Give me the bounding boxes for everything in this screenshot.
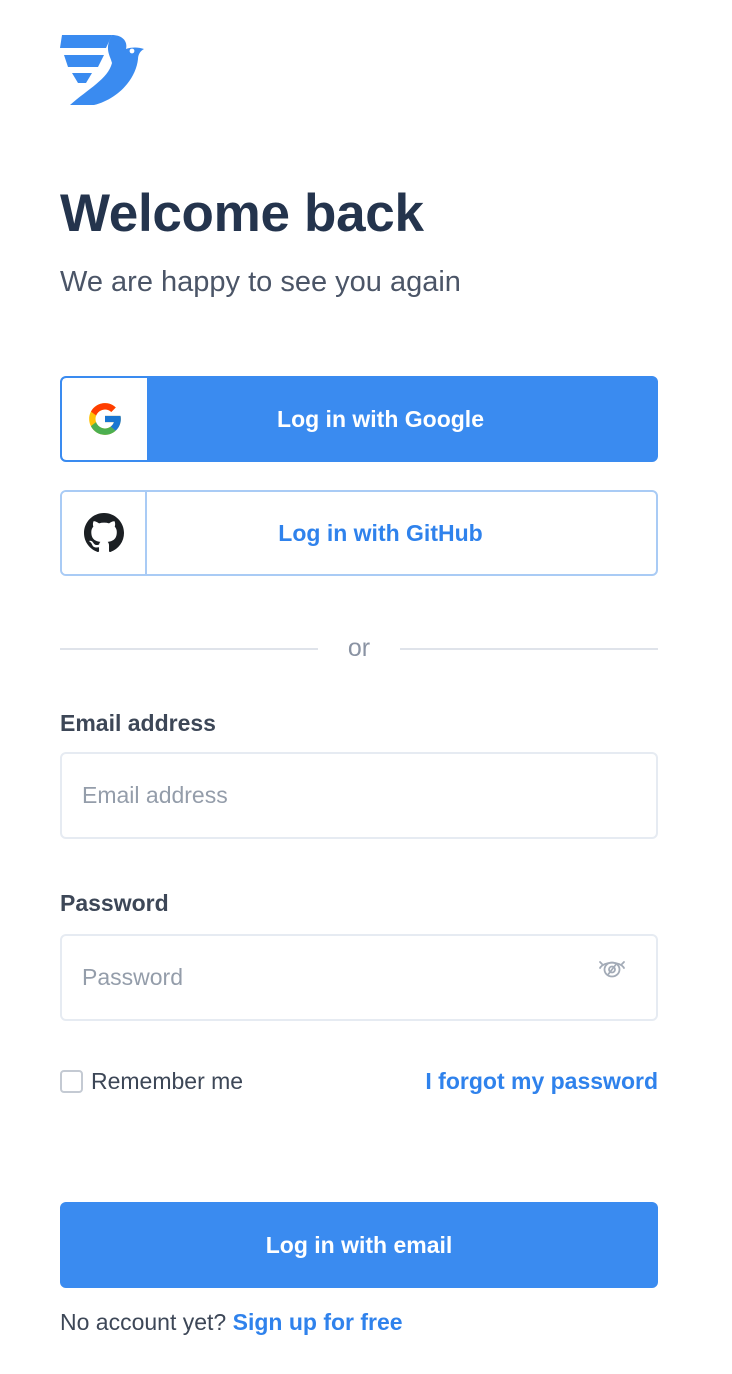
bird-logo-icon xyxy=(60,35,144,105)
divider-line-right xyxy=(400,648,658,650)
forgot-password-link[interactable]: I forgot my password xyxy=(425,1068,658,1095)
email-field[interactable] xyxy=(60,752,658,839)
email-label: Email address xyxy=(60,710,216,736)
github-icon-box xyxy=(62,492,147,574)
google-login-button[interactable]: Log in with Google xyxy=(60,376,658,462)
remember-me-checkbox[interactable] xyxy=(60,1070,83,1093)
google-login-label: Log in with Google xyxy=(277,405,484,432)
remember-me-label: Remember me xyxy=(91,1068,244,1094)
google-icon-box xyxy=(62,378,147,460)
page-title: Welcome back xyxy=(60,184,424,243)
signup-prompt-text: No account yet? xyxy=(60,1309,227,1335)
password-field[interactable] xyxy=(60,934,658,1021)
github-login-label: Log in with GitHub xyxy=(278,519,483,546)
page-subtitle: We are happy to see you again xyxy=(60,266,461,298)
github-login-button[interactable]: Log in with GitHub xyxy=(60,490,658,576)
password-label: Password xyxy=(60,890,169,916)
login-page: Welcome back We are happy to see you aga… xyxy=(0,0,732,1374)
or-divider: or xyxy=(60,634,658,666)
github-icon xyxy=(83,513,124,553)
signup-link[interactable]: Sign up for free xyxy=(233,1309,403,1335)
signup-prompt: No account yet? Sign up for free xyxy=(60,1309,403,1336)
eye-icon[interactable] xyxy=(598,954,626,982)
google-icon xyxy=(88,403,121,435)
email-login-button[interactable]: Log in with email xyxy=(60,1202,658,1288)
remember-me-control[interactable]: Remember me xyxy=(60,1068,243,1095)
